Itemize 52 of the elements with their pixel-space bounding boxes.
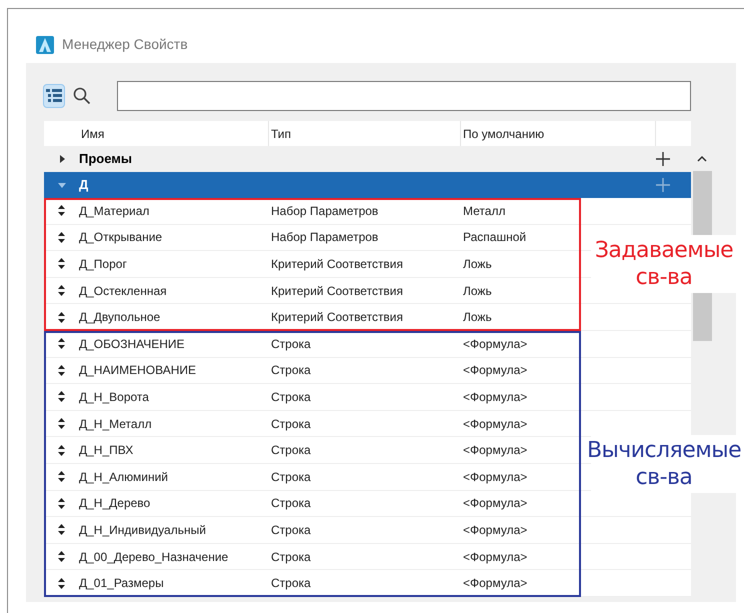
table-cell-text: <Формула>: [462, 548, 528, 566]
table-cell-text: Строка: [270, 388, 312, 406]
table-cell-text: <Формула>: [462, 495, 528, 512]
table-cell-text: Д_Открывание: [79, 229, 164, 246]
table-cell-text: Распашной: [462, 229, 528, 246]
table-cell-text: Д_Материал: [79, 202, 150, 220]
table-cell-text: Д_Н_Ворота: [79, 388, 150, 406]
table-cell-text: Д_01_Размеры: [79, 575, 165, 592]
table-cell-text: Ложь: [462, 256, 493, 273]
table-cell-text: <Формула>: [462, 416, 528, 433]
table-cell-text: Д_ОБОЗНАЧЕНИЕ: [79, 336, 186, 353]
table-cell-text: Строка: [270, 336, 312, 353]
table-cell-text: Ложь: [462, 282, 493, 300]
table-cell-text: Д_Н_Индивидуальный: [79, 522, 207, 539]
table-cell-text: Д_Н_ПВХ: [79, 442, 134, 460]
table-cell-text: Набор Параметров: [270, 202, 380, 220]
table-cell-text: Д_Н_Дерево: [79, 495, 152, 512]
table-cell-text: Критерий Соответствия: [270, 309, 404, 326]
table-cell-text: <Формула>: [462, 575, 528, 592]
table-cell-text: Д_Двупольное: [79, 309, 162, 326]
table-cell-text: Набор Параметров: [270, 229, 380, 246]
table-cell-text: Д_Остекленная: [79, 282, 168, 300]
window-title: Менеджер Свойств: [62, 35, 188, 54]
table-cell-text: <Формула>: [462, 388, 528, 406]
table-cell-text: <Формула>: [462, 468, 528, 486]
table-cell-text: <Формула>: [462, 362, 528, 380]
annotation-text: св-ва: [636, 264, 692, 292]
table-cell-text: <Формула>: [462, 336, 528, 353]
table-cell-text: Строка: [270, 468, 312, 486]
table-cell-text: Металл: [462, 202, 506, 220]
table-cell-text: Критерий Соответствия: [270, 282, 404, 300]
table-cell-text: Д_00_Дерево_Назначение: [79, 548, 230, 566]
table-cell-text: Строка: [270, 522, 312, 539]
table-cell-text: Строка: [270, 442, 312, 460]
table-cell-text: Д_Н_Металл: [79, 416, 153, 433]
group-name: Проемы: [79, 150, 134, 168]
table-cell-text: <Формула>: [462, 442, 528, 460]
annotation-text: Задаваемые: [594, 237, 734, 264]
annotation-text: Вычисляемые: [586, 436, 742, 464]
table-cell-text: Строка: [270, 548, 312, 566]
table-cell-text: Строка: [270, 495, 312, 512]
table-cell-text: Строка: [270, 575, 312, 592]
table-cell-text: Д_Н_Алюминий: [79, 468, 169, 486]
annotation-text: св-ва: [636, 464, 692, 491]
table-cell-text: Ложь: [462, 309, 493, 326]
table-cell-text: Д_НАИМЕНОВАНИЕ: [79, 362, 197, 380]
table-cell-text: Строка: [270, 416, 312, 433]
table-cell-text: Критерий Соответствия: [270, 256, 404, 273]
table-cell-text: <Формула>: [462, 522, 528, 539]
table-cell-text: Д_Порог: [79, 256, 128, 273]
group-name: Д: [79, 176, 90, 194]
table-cell-text: Строка: [270, 362, 312, 380]
